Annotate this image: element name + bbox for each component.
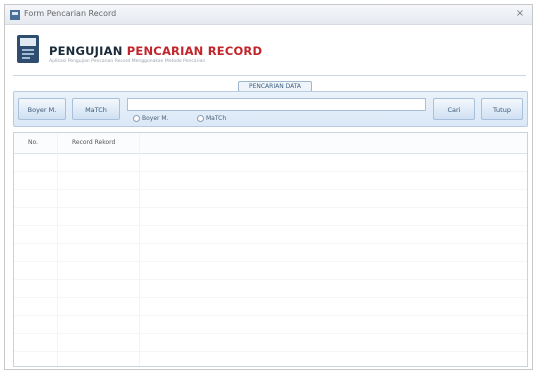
search-button[interactable]: Cari — [433, 98, 475, 120]
close-window-button[interactable]: × — [514, 8, 526, 20]
radio-boyer-moore[interactable]: Boyer M. — [133, 114, 169, 123]
radio-match[interactable]: MaTCh — [197, 114, 226, 123]
row-gridline — [14, 315, 527, 316]
app-logo-icon — [17, 35, 39, 63]
row-gridline — [14, 351, 527, 352]
row-gridline — [14, 171, 527, 172]
window-title: Form Pencarian Record — [24, 9, 117, 18]
app-heading: PENGUJIAN PENCARIAN RECORD — [49, 44, 262, 58]
app-subtitle: Aplikasi Pengujian Pencarian Record Meng… — [49, 59, 206, 64]
close-button[interactable]: Tutup — [481, 98, 523, 120]
radio-boyer-moore-label: Boyer M. — [142, 115, 169, 122]
row-gridline — [14, 207, 527, 208]
row-gridline — [14, 225, 527, 226]
boyer-moore-button[interactable]: Boyer M. — [18, 98, 66, 120]
row-gridline — [14, 261, 527, 262]
heading-part-red: PENCARIAN RECORD — [126, 44, 263, 58]
header-divider — [13, 75, 526, 76]
row-gridline — [14, 333, 527, 334]
row-gridline — [14, 189, 527, 190]
app-icon — [10, 10, 20, 20]
radio-dot-icon — [197, 115, 204, 122]
column-separator — [57, 133, 58, 366]
search-input[interactable] — [127, 98, 426, 111]
column-header-record: Record Rekord — [72, 139, 116, 146]
app-header: PENGUJIAN PENCARIAN RECORD Aplikasi Peng… — [5, 25, 532, 77]
title-bar: Form Pencarian Record × — [5, 5, 532, 25]
radio-dot-icon — [133, 115, 140, 122]
row-gridline — [14, 297, 527, 298]
row-gridline — [14, 279, 527, 280]
main-window: Form Pencarian Record × PENGUJIAN PENCAR… — [4, 4, 533, 370]
results-table: No. Record Rekord — [13, 132, 528, 367]
match-button[interactable]: MaTCh — [72, 98, 120, 120]
search-toolbar: Boyer M. MaTCh Boyer M. MaTCh Cari Tutup — [13, 91, 528, 127]
column-header-no: No. — [28, 139, 38, 146]
column-separator — [139, 133, 140, 366]
table-header: No. Record Rekord — [14, 133, 527, 154]
row-gridline — [14, 243, 527, 244]
radio-match-label: MaTCh — [206, 115, 227, 122]
heading-part-dark: PENGUJIAN — [49, 44, 123, 58]
